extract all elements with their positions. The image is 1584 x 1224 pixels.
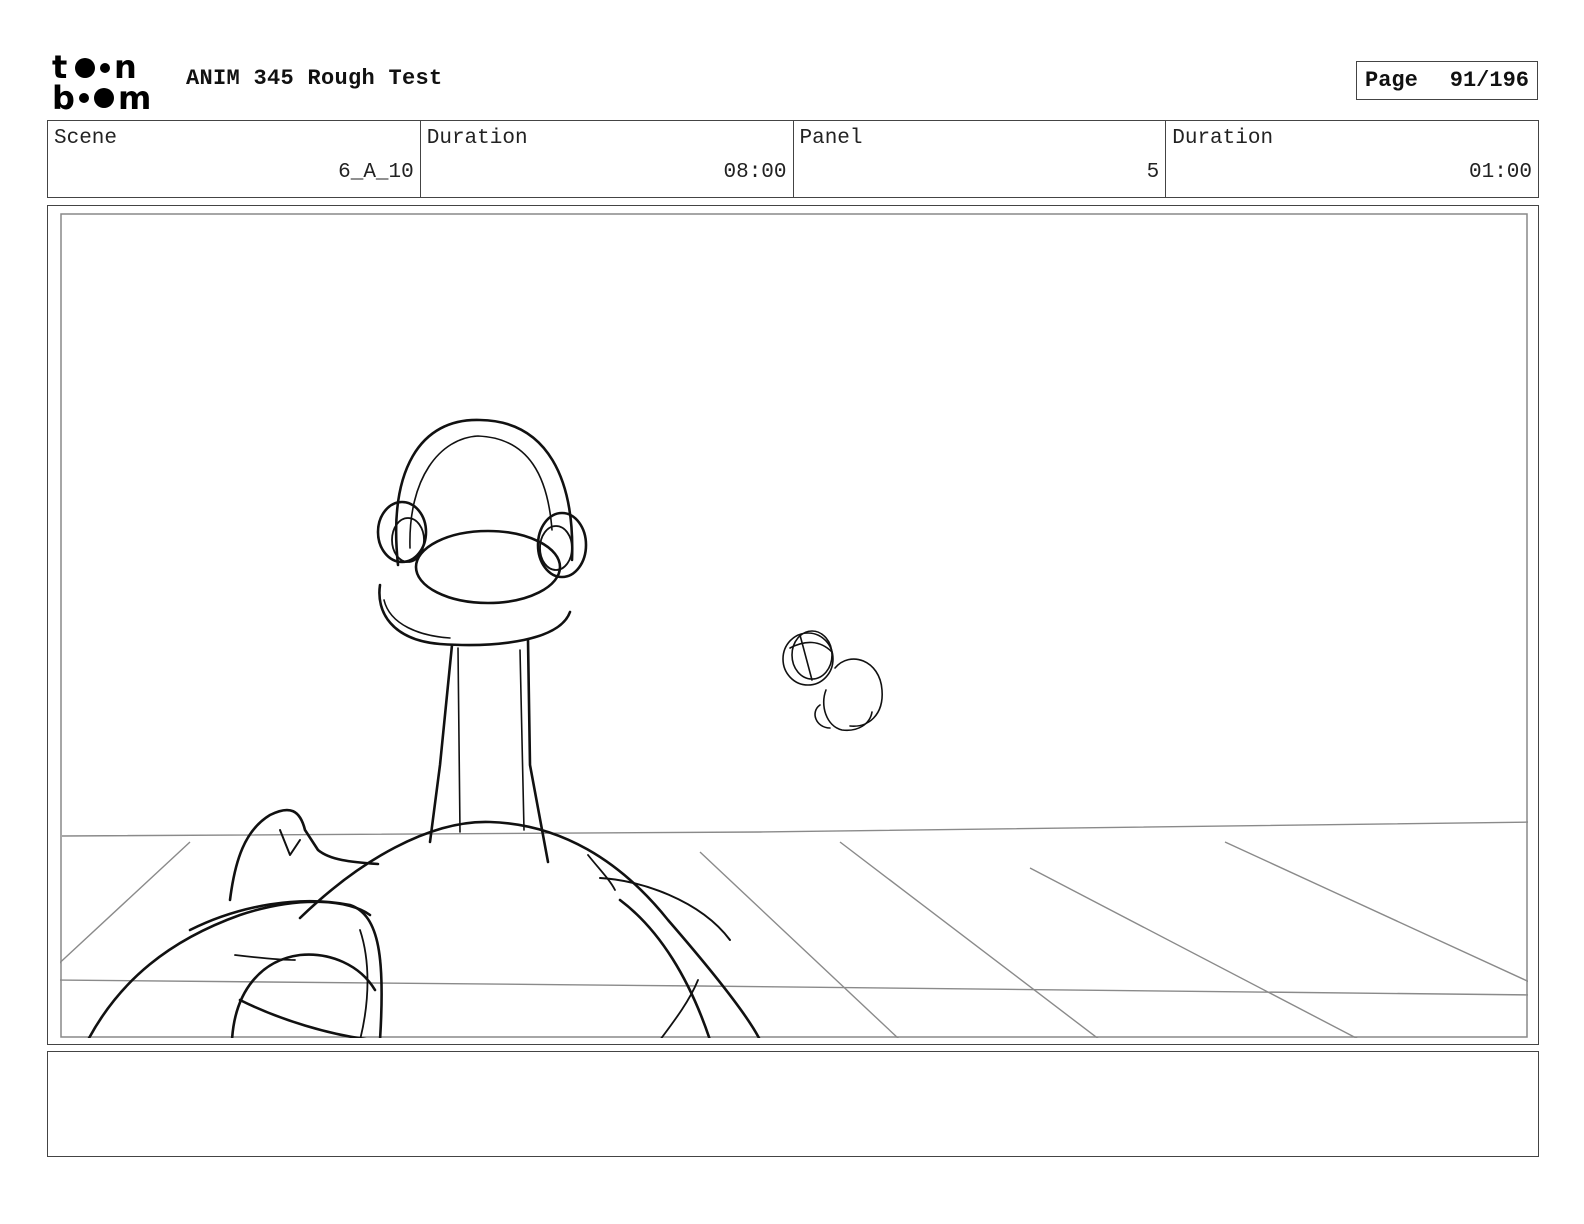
panel-duration-value: 01:00 [1468,161,1532,184]
page-number: 91/196 [1449,68,1529,93]
panel-duration-cell: Duration 01:00 [1166,121,1538,197]
project-title: ANIM 345 Rough Test [186,66,443,91]
toonboom-logo: t n b m [52,50,164,112]
scene-duration-value: 08:00 [723,161,787,184]
svg-text:b: b [52,79,75,112]
floor-grid [60,821,1528,1038]
svg-text:m: m [118,79,151,112]
scene-info-table: Scene 6_A_10 Duration 08:00 Panel 5 Dura… [47,120,1539,198]
panel-image [60,213,1528,1038]
panel-duration-label: Duration [1172,127,1274,150]
scene-duration-label: Duration [426,127,528,150]
panel-caption-box [47,1051,1539,1157]
scene-label: Scene [54,127,118,150]
storyboard-sketch [60,213,1528,1038]
scene-value: 6_A_10 [338,161,414,184]
scene-duration-cell: Duration 08:00 [421,121,794,197]
page-label: Page [1365,68,1418,93]
character-background [782,630,883,732]
page-indicator: Page 91/196 [1356,61,1538,100]
panel-cell: Panel 5 [794,121,1167,197]
character-foreground [87,418,761,1038]
safe-area-frame [60,213,1528,1038]
panel-label: Panel [799,127,863,150]
scene-cell: Scene 6_A_10 [48,121,421,197]
panel-value: 5 [1146,161,1160,184]
